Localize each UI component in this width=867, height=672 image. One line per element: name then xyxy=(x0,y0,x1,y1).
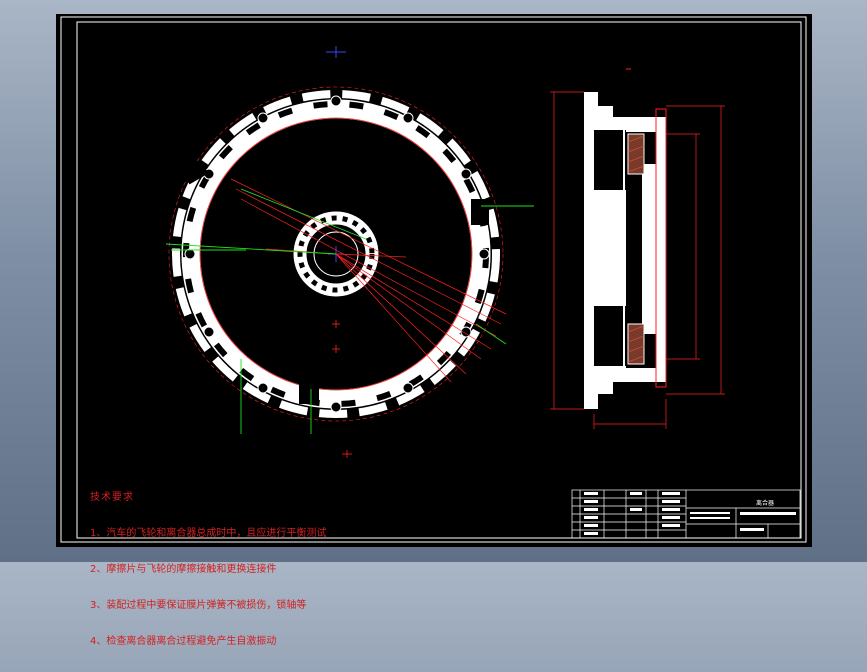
technical-notes: 技术要求 1、汽车的飞轮和离合器总成时中，且应进行平衡测试 2、摩擦片与飞轮的摩… xyxy=(90,468,326,672)
technical-note-2: 2、摩擦片与飞轮的摩擦接触和更换连接件 xyxy=(90,564,277,575)
title-block-fills xyxy=(584,492,796,535)
front-view xyxy=(165,46,534,458)
sheet-outer-border xyxy=(60,16,807,543)
side-section-view xyxy=(550,68,725,429)
hub-section xyxy=(642,164,656,334)
friction-lining-lower xyxy=(627,323,645,365)
friction-lining-upper xyxy=(627,133,645,175)
technical-note-4: 4、检查离合器离合过程避免产生自激振动 xyxy=(90,636,277,647)
drawing-sheet: 离合器 技术要求 1、汽车的飞轮和离合器总成时中，且应进行平衡测试 2、摩擦片与… xyxy=(56,14,812,647)
upper-cavity xyxy=(594,130,626,190)
lower-cavity xyxy=(594,306,626,366)
technical-note-3: 3、装配过程中要保证膜片弹簧不被损伤，锁轴等 xyxy=(90,600,307,611)
title-block-name: 离合器 xyxy=(756,499,774,507)
technical-notes-title: 技术要求 xyxy=(90,492,134,503)
technical-note-1: 1、汽车的飞轮和离合器总成时中，且应进行平衡测试 xyxy=(90,528,327,539)
